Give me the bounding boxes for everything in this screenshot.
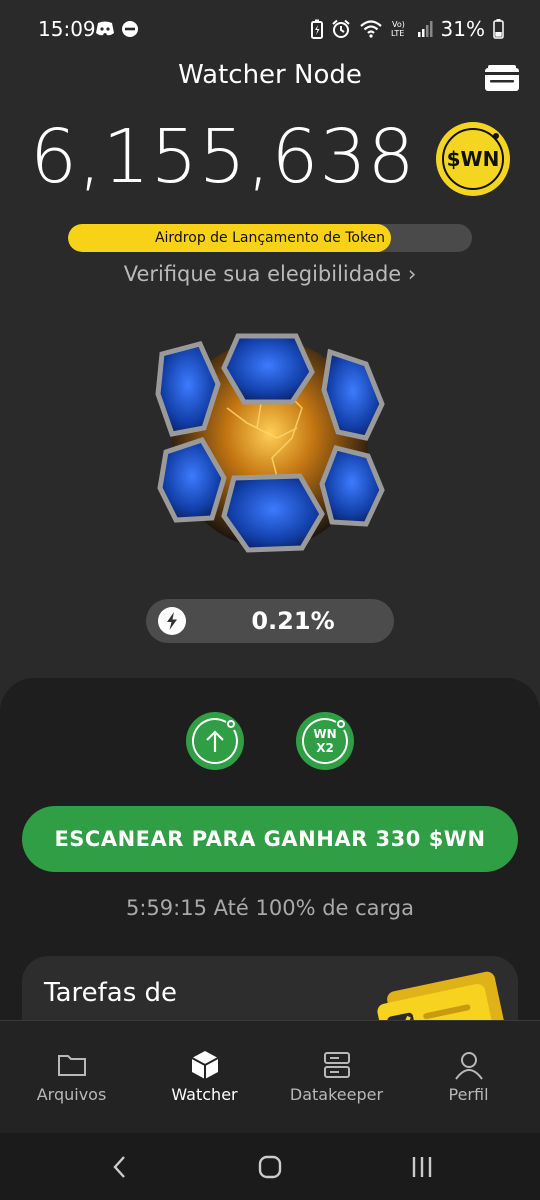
server-icon [324,1052,350,1078]
scan-to-earn-button[interactable]: ESCANEAR PARA GANHAR 330 $WN [22,806,518,872]
do-not-disturb-icon [122,21,138,37]
wn-coin-icon: $WN [436,122,510,196]
status-left-icons [95,20,139,38]
watcher-node-image[interactable] [152,328,388,560]
nav-item-perfil[interactable]: Perfil [401,1021,536,1134]
status-right-icons: Vo) LTE 31% [310,17,504,41]
recents-icon[interactable] [410,1155,434,1179]
check-eligibility-link[interactable]: Verifique sua elegibilidade › [0,262,540,286]
arrow-up-icon [191,718,238,765]
cube-icon [191,1051,219,1079]
nav-label-watcher: Watcher [171,1085,238,1104]
wifi-icon [359,20,382,38]
doubler-label: WN X2 [296,712,354,770]
charge-timer: 5:59:15 Até 100% de carga [0,896,540,920]
status-time: 15:09 [38,17,96,41]
mining-rate-value: 0.21% [251,607,335,635]
svg-text:Vo): Vo) [392,20,405,29]
lightning-icon [158,607,186,635]
battery-saver-icon [310,19,323,39]
charge-time: 5:59:15 [126,896,207,920]
status-bar: 15:09 Vo) LTE 31% [0,0,540,60]
system-navigation-bar [0,1133,540,1200]
nav-item-arquivos[interactable]: Arquivos [4,1021,139,1134]
volte-icon: Vo) LTE [391,20,405,38]
nav-label-perfil: Perfil [448,1085,489,1104]
battery-percent: 31% [440,17,485,41]
airdrop-progress-bar[interactable]: Airdrop de Lançamento de Token [68,224,472,252]
discord-icon [96,21,114,36]
alarm-icon [331,19,350,38]
nav-item-datakeeper[interactable]: Datakeeper [269,1021,404,1134]
balance-amount: 6,155,638 [30,114,416,200]
bottom-nav: Arquivos Watcher Datakeeper Perfil [0,1020,540,1134]
battery-icon [493,19,504,39]
doubler-label-line1: WN [313,727,337,741]
back-icon[interactable] [110,1155,130,1179]
page-title: Watcher Node [178,60,362,90]
upgrade-button[interactable] [186,712,244,770]
tasks-title: Tarefas de [44,978,178,1008]
doubler-label-line2: X2 [316,741,334,755]
signal-icon [417,21,433,37]
nav-label-datakeeper: Datakeeper [289,1085,384,1104]
svg-text:LTE: LTE [391,29,404,38]
coin-label: $WN [446,147,500,171]
doubler-button[interactable]: WN X2 [296,712,354,770]
folder-icon [58,1055,86,1076]
wallet-icon [485,65,519,91]
person-icon [455,1052,483,1080]
nav-label-arquivos: Arquivos [36,1085,107,1104]
airdrop-label: Airdrop de Lançamento de Token [154,230,386,246]
nav-item-watcher[interactable]: Watcher [137,1021,272,1134]
home-icon[interactable] [258,1155,282,1179]
mining-rate-pill[interactable]: 0.21% [146,599,394,643]
charge-text: Até 100% de carga [213,896,414,920]
wallet-button[interactable] [484,64,520,92]
